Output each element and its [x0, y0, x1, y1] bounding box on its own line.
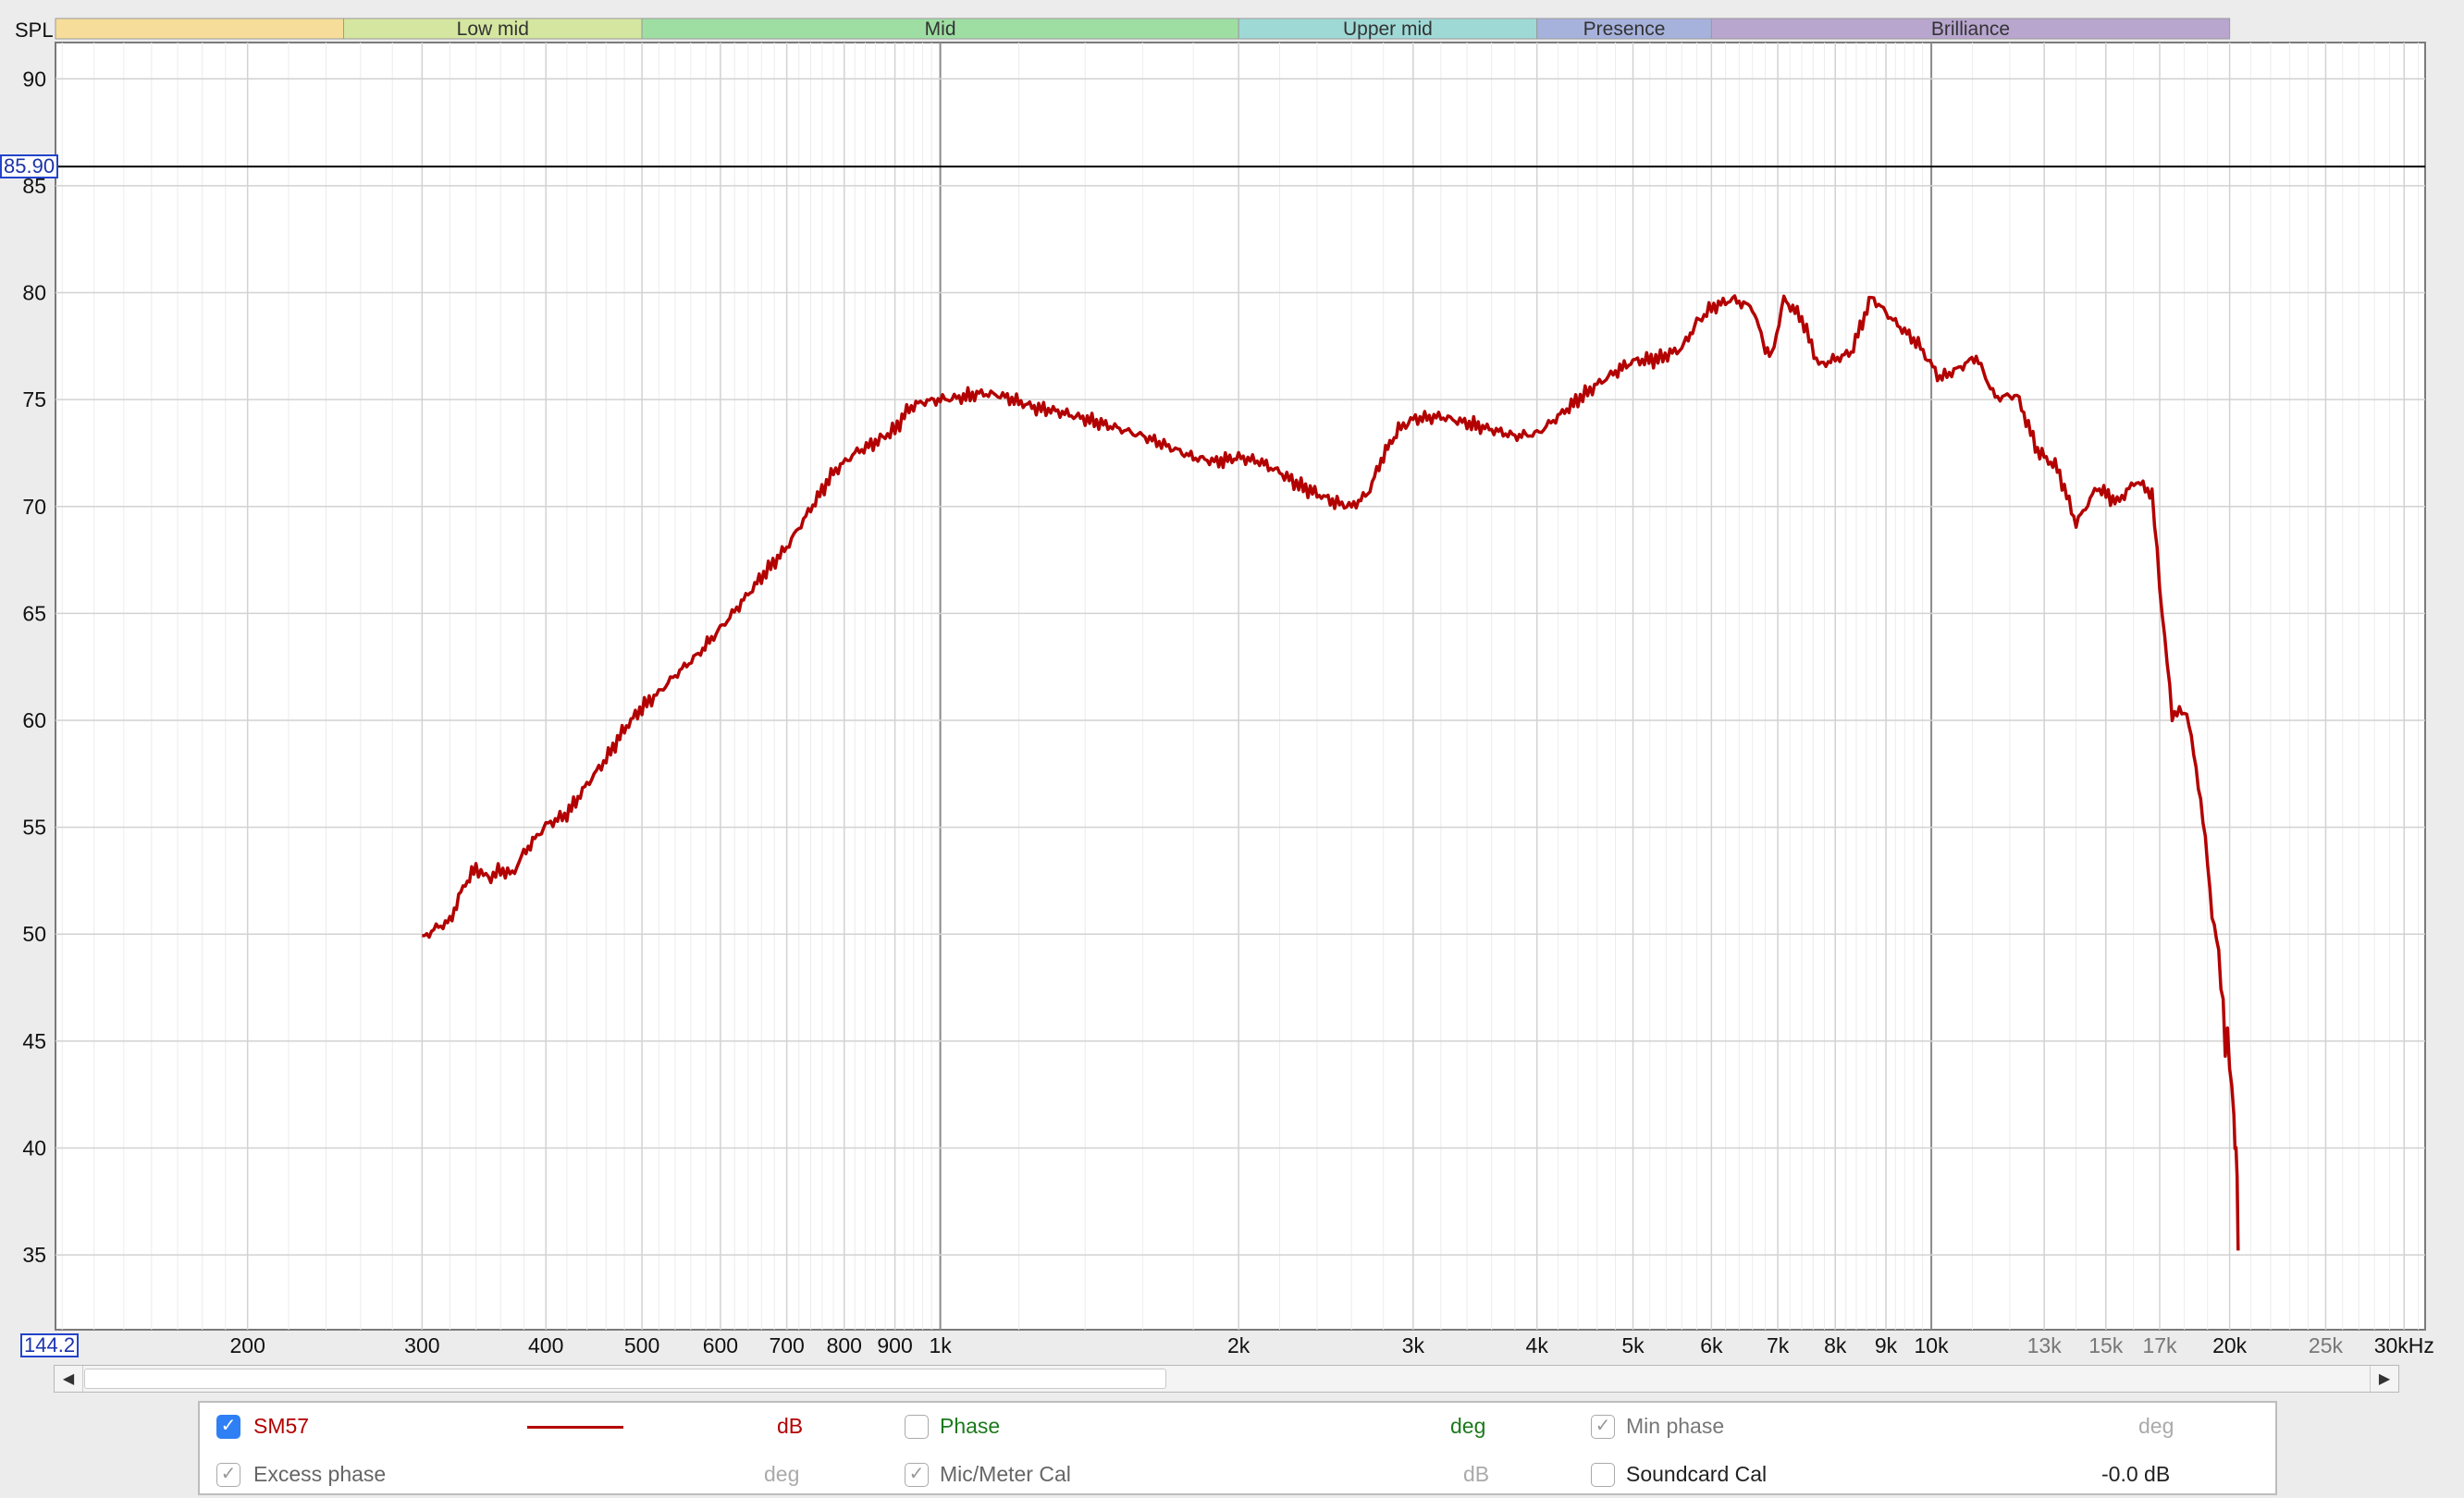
legend-panel: ✓ SM57 dB Phase deg ✓ Min phase deg ✓ Ex… [198, 1401, 2277, 1495]
x-tick-label: 600 [703, 1333, 738, 1357]
frequency-cursor-readout[interactable]: 144.2 [20, 1333, 80, 1357]
measurement-name[interactable]: SM57 [253, 1414, 309, 1439]
y-tick-label: 60 [22, 708, 46, 732]
mic-cal-checkbox[interactable]: ✓ [905, 1463, 929, 1487]
scroll-right-arrow-icon[interactable]: ▶ [2370, 1366, 2398, 1392]
band-label-1: Low mid [457, 18, 529, 40]
x-tick-label: 13k [2027, 1333, 2063, 1357]
band-label-5: Brilliance [1931, 18, 2010, 40]
measurement-line-swatch[interactable] [527, 1426, 623, 1429]
x-tick-label: 10k [1915, 1333, 1950, 1357]
min-phase-checkbox[interactable]: ✓ [1591, 1415, 1615, 1439]
min-phase-unit: deg [2138, 1414, 2174, 1438]
horizontal-scrollbar[interactable]: ◀ ▶ [54, 1365, 2399, 1393]
y-tick-label: 80 [22, 281, 46, 305]
frequency-response-chart[interactable]: Low mid Mid Upper mid Presence Brilliance SP… [0, 0, 2464, 1359]
y-tick-label: 45 [22, 1029, 46, 1053]
excess-phase-label[interactable]: Excess phase [253, 1462, 386, 1487]
band-label-4: Presence [1583, 18, 1666, 40]
phase-unit: deg [1450, 1414, 1486, 1438]
x-tick-label: 5k [1621, 1333, 1645, 1357]
x-tick-label: 300 [404, 1333, 439, 1357]
y-tick-label: 75 [22, 387, 46, 411]
y-tick-label: 65 [22, 601, 46, 625]
measurement-unit: dB [777, 1414, 804, 1438]
phase-checkbox[interactable] [905, 1415, 929, 1439]
x-tick-label: 500 [624, 1333, 659, 1357]
x-tick-label: 900 [877, 1333, 912, 1357]
mic-cal-unit: dB [1463, 1462, 1490, 1486]
x-tick-label: 400 [528, 1333, 563, 1357]
x-tick-label: 17k [2142, 1333, 2177, 1357]
soundcard-cal-label[interactable]: Soundcard Cal [1626, 1462, 1767, 1487]
x-tick-label: 700 [769, 1333, 804, 1357]
band-label-2: Mid [925, 18, 956, 40]
x-tick-label: 15k [2088, 1333, 2124, 1357]
scrollbar-thumb[interactable] [84, 1369, 1166, 1389]
x-tick-label: 30kHz [2374, 1333, 2434, 1357]
x-tick-label: 3k [1402, 1333, 1425, 1357]
sm57-checkbox[interactable]: ✓ [216, 1415, 240, 1439]
frequency-band-bar: Low mid Mid Upper mid Presence Brilliance [55, 18, 2231, 40]
soundcard-cal-value: -0.0 dB [2101, 1462, 2171, 1486]
band-label-3: Upper mid [1343, 18, 1433, 40]
y-tick-label: 70 [22, 495, 46, 519]
x-tick-label: 20k [2212, 1333, 2248, 1357]
mic-cal-label[interactable]: Mic/Meter Cal [940, 1462, 1071, 1487]
x-tick-label: 6k [1700, 1333, 1723, 1357]
scroll-left-arrow-icon[interactable]: ◀ [55, 1366, 83, 1392]
x-tick-label: 9k [1875, 1333, 1898, 1357]
min-phase-label[interactable]: Min phase [1626, 1414, 1724, 1439]
spl-cursor-readout[interactable]: 85.90 [0, 154, 59, 179]
phase-label[interactable]: Phase [940, 1414, 1000, 1439]
y-tick-label: 90 [22, 67, 46, 91]
plot-area[interactable] [55, 42, 2426, 1331]
x-tick-label: 25k [2309, 1333, 2344, 1357]
x-tick-label: 200 [229, 1333, 265, 1357]
x-tick-label: 2k [1227, 1333, 1250, 1357]
x-tick-label: 800 [827, 1333, 862, 1357]
x-tick-label: 4k [1526, 1333, 1549, 1357]
x-tick-label: 8k [1824, 1333, 1847, 1357]
y-tick-label: 55 [22, 816, 46, 840]
band-0 [55, 18, 345, 40]
soundcard-cal-checkbox[interactable] [1591, 1463, 1615, 1487]
excess-phase-unit: deg [764, 1462, 800, 1486]
excess-phase-checkbox[interactable]: ✓ [216, 1463, 240, 1487]
y-tick-label: 50 [22, 922, 46, 946]
x-tick-label: 1k [929, 1333, 952, 1357]
y-tick-label: 35 [22, 1243, 46, 1267]
x-tick-label: 7k [1767, 1333, 1790, 1357]
y-tick-label: 40 [22, 1136, 46, 1160]
spl-axis-label: SPL [15, 18, 54, 42]
